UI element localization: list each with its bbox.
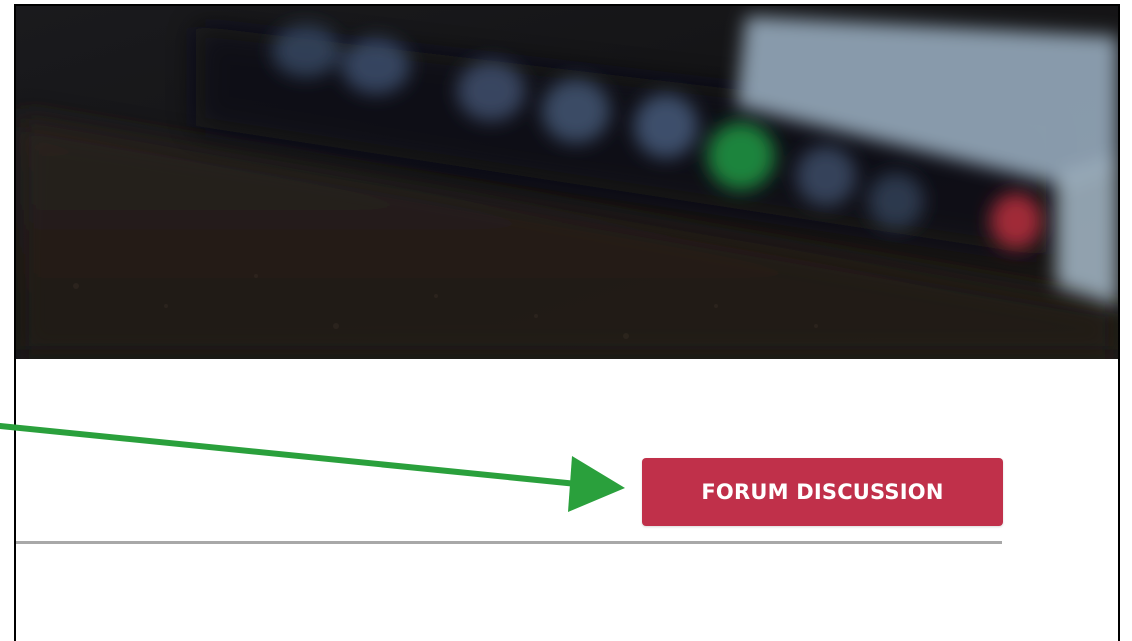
webpage-crop: FORUM DISCUSSION [16,6,1118,635]
section-divider [16,541,1002,544]
content-area: FORUM DISCUSSION [16,359,1118,635]
hero-banner-image [16,6,1118,359]
forum-discussion-button[interactable]: FORUM DISCUSSION [642,458,1003,526]
screenshot-frame: FORUM DISCUSSION [0,0,1132,641]
